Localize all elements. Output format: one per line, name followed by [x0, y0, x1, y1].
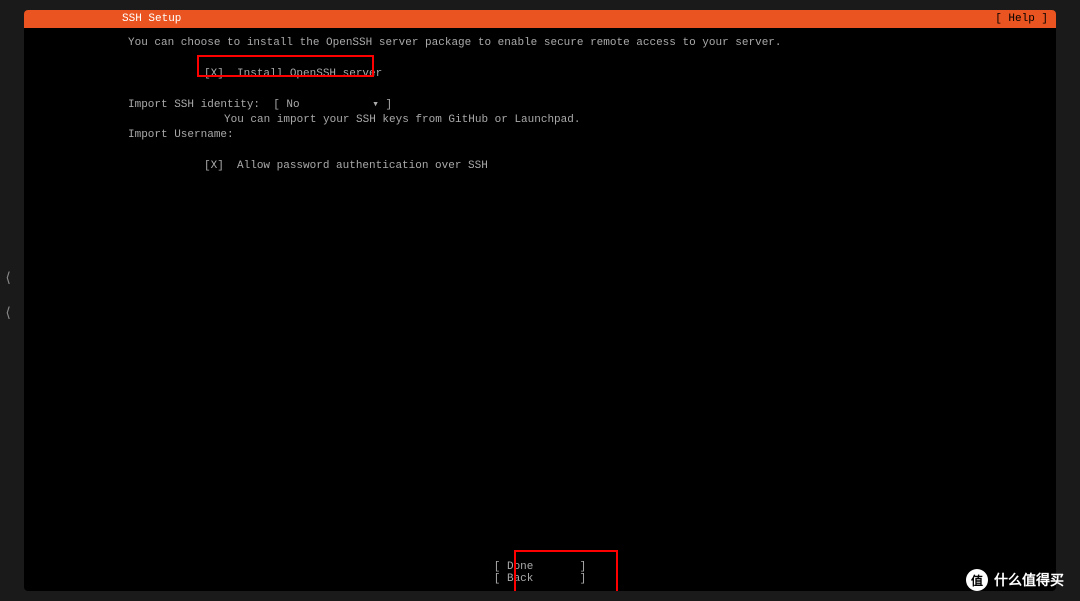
import-identity-dropdown[interactable]: [ No ▾ ]	[273, 98, 392, 113]
install-openssh-label: Install OpenSSH server	[237, 68, 382, 80]
import-username-label: Import Username:	[128, 129, 234, 141]
bottom-buttons: [ Done ] [ Back ]	[24, 561, 1056, 585]
chevron-down-icon: ▾ ]	[372, 99, 392, 111]
allow-password-label: Allow password authentication over SSH	[237, 160, 488, 172]
side-icons: ⟨ ⟨	[4, 270, 12, 340]
import-identity-help: You can import your SSH keys from GitHub…	[24, 113, 1056, 128]
header-bar: SSH Setup [ Help ]	[24, 10, 1056, 28]
back-button[interactable]: [ Back ]	[24, 573, 1056, 585]
watermark-badge: 值	[966, 569, 988, 591]
done-button[interactable]: [ Done ]	[24, 561, 1056, 573]
install-openssh-checkbox[interactable]: [X]	[204, 68, 224, 80]
content-area: You can choose to install the OpenSSH se…	[24, 28, 1056, 175]
import-username-row: Import Username:	[24, 128, 1056, 143]
watermark-text: 什么值得买	[994, 570, 1064, 590]
help-link[interactable]: [ Help ]	[995, 13, 1048, 25]
terminal-window: SSH Setup [ Help ] You can choose to ins…	[24, 10, 1056, 591]
side-icon-2: ⟨	[4, 305, 12, 322]
side-icon-1: ⟨	[4, 270, 12, 287]
import-identity-label: Import SSH identity:	[128, 99, 260, 111]
install-openssh-option[interactable]: [X] Install OpenSSH server	[24, 67, 1056, 82]
page-title: SSH Setup	[32, 13, 181, 25]
allow-password-option[interactable]: [X] Allow password authentication over S…	[24, 159, 1056, 174]
import-identity-row: Import SSH identity: [ No ▾ ]	[24, 98, 1056, 113]
intro-text: You can choose to install the OpenSSH se…	[24, 36, 1056, 51]
allow-password-checkbox[interactable]: [X]	[204, 160, 224, 172]
watermark: 值 什么值得买	[966, 569, 1064, 591]
